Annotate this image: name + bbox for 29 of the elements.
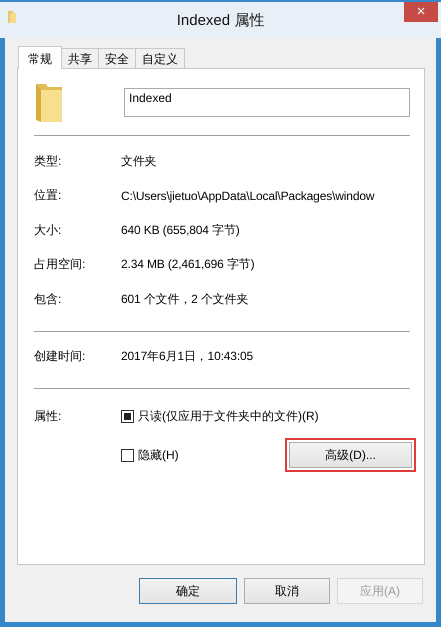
checkbox[interactable] xyxy=(121,410,134,422)
field-label: 占用空间: xyxy=(34,256,86,274)
checkbox-label[interactable]: 隐藏(H) xyxy=(138,446,179,464)
dialog-button[interactable]: 取消 xyxy=(244,578,330,604)
checkbox-label[interactable]: 只读(仅应用于文件夹中的文件)(R) xyxy=(138,408,319,424)
field-label: 大小: xyxy=(34,222,62,239)
advanced-button[interactable]: 高级(D)... xyxy=(289,442,412,468)
field-label: 创建时间: xyxy=(34,348,86,366)
name-field[interactable]: Indexed xyxy=(124,88,410,116)
window-title: Indexed 属性 xyxy=(176,11,266,30)
field-label: 包含: xyxy=(34,290,62,308)
folder-icon xyxy=(34,82,64,122)
close-button[interactable]: × xyxy=(404,2,438,22)
field-value: 640 KB (655,804 字节) xyxy=(121,222,240,239)
field-value: 2.34 MB (2,461,696 字节) xyxy=(121,256,254,274)
field-label: 属性: xyxy=(34,408,62,425)
field-label: 类型: xyxy=(34,152,62,170)
tab[interactable]: 安全 xyxy=(98,48,136,68)
checkbox[interactable] xyxy=(121,448,134,462)
field-value: 文件夹 xyxy=(121,152,157,170)
tab[interactable]: 常规 xyxy=(18,46,62,69)
field-value: C:\Users\jietuo\AppData\Local\Packages\window xyxy=(121,188,374,203)
field-value: 2017年6月1日，10:43:05 xyxy=(121,348,254,366)
tab[interactable]: 自定义 xyxy=(135,48,185,68)
field-label: 位置: xyxy=(34,187,62,204)
dialog-button[interactable]: 确定 xyxy=(139,578,237,604)
field-value: 601 个文件，2 个文件夹 xyxy=(121,290,248,308)
folder-icon xyxy=(8,10,16,23)
tab[interactable]: 共享 xyxy=(61,48,99,68)
